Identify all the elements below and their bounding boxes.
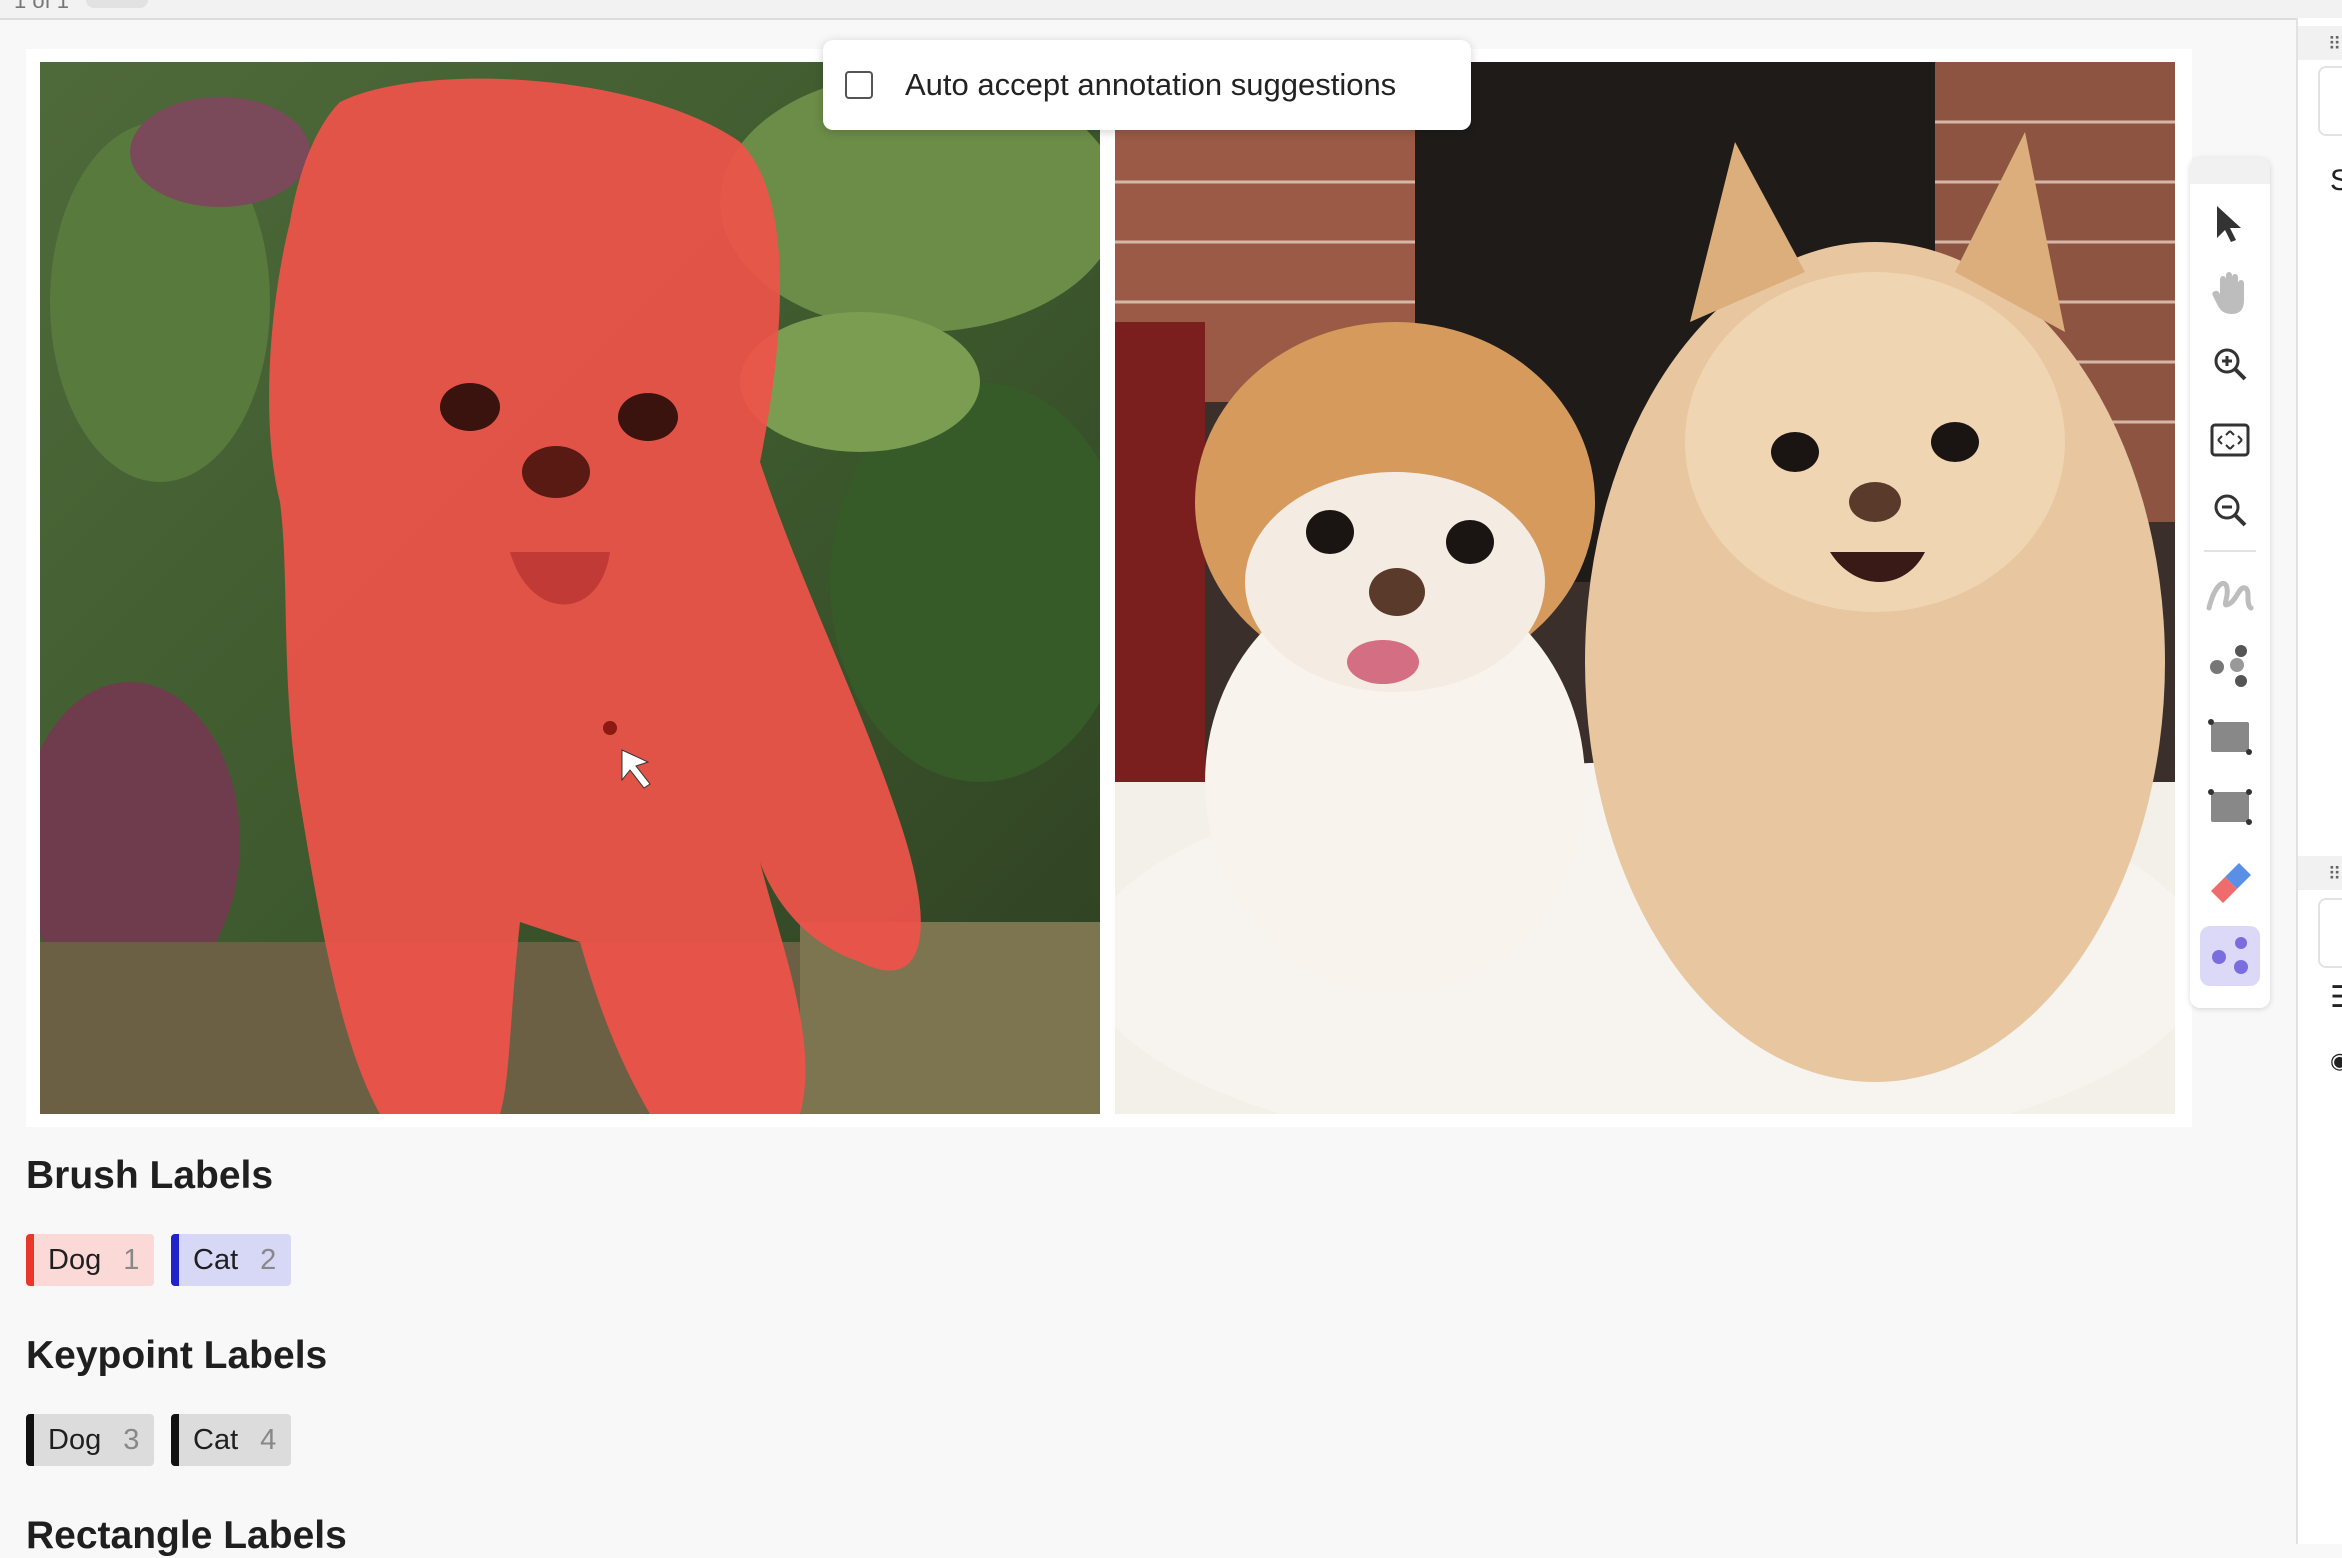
keypoint-icon[interactable] xyxy=(2200,636,2260,696)
label-hotkey: 1 xyxy=(123,1243,140,1276)
rectangle-3-point-icon[interactable] xyxy=(2200,778,2260,838)
side-panel-field[interactable] xyxy=(2318,66,2342,136)
label-color-bar xyxy=(171,1414,179,1466)
label-dog-keypoint[interactable]: Dog 3 xyxy=(26,1414,154,1466)
fit-to-screen-icon[interactable] xyxy=(2200,410,2260,470)
auto-accept-checkbox[interactable] xyxy=(845,71,873,99)
eraser-icon[interactable] xyxy=(2200,850,2260,910)
auto-accept-label[interactable]: Auto accept annotation suggestions xyxy=(905,67,1396,103)
label-hotkey: 2 xyxy=(260,1243,277,1276)
label-hotkey: 4 xyxy=(260,1423,277,1456)
label-text: Dog xyxy=(48,1423,102,1456)
radio-icon[interactable]: ◉ xyxy=(2330,1048,2342,1074)
label-text: Cat xyxy=(193,1243,239,1276)
label-text: Dog xyxy=(48,1243,102,1276)
rectangle-icon[interactable] xyxy=(2200,708,2260,768)
label-hotkey: 3 xyxy=(123,1423,140,1456)
side-panel: ⠿ S ⠿ ☰ ◉ xyxy=(2296,18,2342,1544)
label-color-bar xyxy=(26,1234,34,1286)
tool-palette xyxy=(2190,158,2270,1008)
image-right[interactable] xyxy=(1115,62,2175,1114)
label-dog-brush[interactable]: Dog 1 xyxy=(26,1234,154,1286)
section-title-keypoint: Keypoint Labels xyxy=(26,1334,328,1377)
label-color-bar xyxy=(26,1414,34,1466)
side-panel-letter: S xyxy=(2330,164,2342,197)
brush-icon[interactable] xyxy=(2200,564,2260,624)
select-icon[interactable] xyxy=(2200,194,2260,254)
pagination: 1 of 1 xyxy=(14,0,70,13)
side-panel-grip[interactable]: ⠿ xyxy=(2298,26,2342,60)
page-pill[interactable] xyxy=(86,0,148,8)
top-bar: 1 of 1 xyxy=(0,0,2342,20)
image-left[interactable] xyxy=(40,62,1100,1114)
outline-icon[interactable]: ☰ xyxy=(2330,980,2342,1015)
label-text: Cat xyxy=(193,1423,239,1456)
label-cat-keypoint[interactable]: Cat 4 xyxy=(171,1414,291,1466)
side-panel-field-2[interactable] xyxy=(2318,898,2342,968)
zoom-out-icon[interactable] xyxy=(2200,480,2260,540)
toolbar-drag-handle[interactable] xyxy=(2190,158,2270,184)
section-title-rectangle: Rectangle Labels xyxy=(26,1514,347,1557)
label-color-bar xyxy=(171,1234,179,1286)
pan-icon[interactable] xyxy=(2200,264,2260,324)
label-cat-brush[interactable]: Cat 2 xyxy=(171,1234,291,1286)
auto-accept-popover: Auto accept annotation suggestions xyxy=(823,40,1471,130)
toolbar-separator xyxy=(2204,550,2256,552)
zoom-in-icon[interactable] xyxy=(2200,334,2260,394)
section-title-brush: Brush Labels xyxy=(26,1154,274,1197)
side-panel-grip-2[interactable]: ⠿ xyxy=(2298,856,2342,890)
smart-keypoint-icon[interactable] xyxy=(2200,926,2260,986)
